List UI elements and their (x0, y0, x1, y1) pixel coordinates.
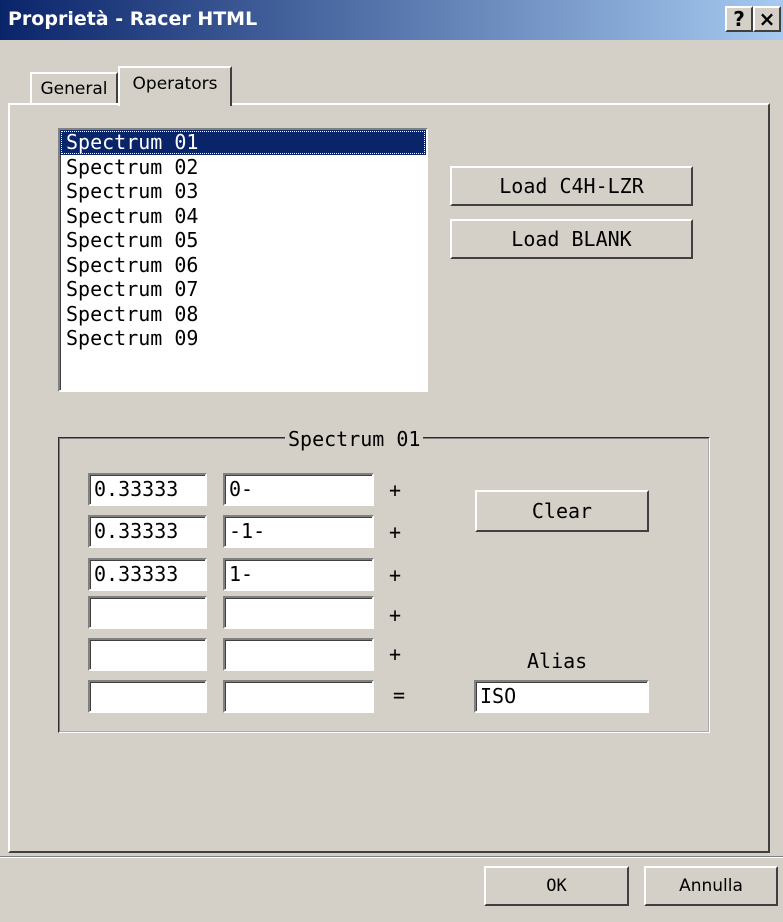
list-item[interactable]: Spectrum 04 (60, 204, 426, 229)
operator-field[interactable] (223, 680, 374, 713)
group-title: Spectrum 01 (285, 427, 424, 451)
coefficient-field[interactable] (88, 680, 207, 713)
coefficient-field[interactable] (88, 596, 207, 629)
row-operator-sign: + (389, 563, 402, 587)
close-icon[interactable]: × (753, 6, 781, 32)
ok-button[interactable]: OK (484, 866, 629, 906)
row-operator-sign: + (389, 478, 402, 502)
row-operator-sign: + (389, 642, 402, 666)
load-c4h-lzr-button[interactable]: Load C4H-LZR (450, 166, 693, 206)
tab-general[interactable]: General (30, 72, 118, 104)
spectrum-listbox[interactable]: Spectrum 01 Spectrum 02 Spectrum 03 Spec… (58, 128, 428, 392)
operator-field[interactable] (223, 638, 374, 671)
title-bar[interactable]: Proprietà - Racer HTML ? × (0, 0, 783, 40)
list-item[interactable]: Spectrum 05 (60, 228, 426, 253)
window-title: Proprietà - Racer HTML (8, 8, 258, 30)
row-operator-sign: + (389, 520, 402, 544)
coefficient-field[interactable] (88, 638, 207, 671)
operator-field[interactable]: 0- (223, 473, 374, 506)
load-blank-button[interactable]: Load BLANK (450, 219, 693, 259)
clear-button[interactable]: Clear (475, 490, 649, 532)
coefficient-field[interactable]: 0.33333 (88, 515, 207, 548)
coefficient-field[interactable]: 0.33333 (88, 473, 207, 506)
operator-field[interactable]: -1- (223, 515, 374, 548)
coefficient-field[interactable]: 0.33333 (88, 558, 207, 591)
list-item[interactable]: Spectrum 01 (60, 130, 426, 155)
list-item[interactable]: Spectrum 09 (60, 326, 426, 351)
list-item[interactable]: Spectrum 02 (60, 155, 426, 180)
alias-label: Alias (527, 649, 588, 673)
tab-general-label: General (40, 79, 108, 99)
help-button[interactable]: ? (725, 6, 753, 32)
alias-input[interactable]: ISO (474, 680, 649, 713)
tab-operators[interactable]: Operators (118, 66, 232, 106)
list-item[interactable]: Spectrum 06 (60, 253, 426, 278)
list-item[interactable]: Spectrum 08 (60, 302, 426, 327)
operator-field[interactable] (223, 596, 374, 629)
list-item[interactable]: Spectrum 07 (60, 277, 426, 302)
row-equals-sign: = (393, 683, 406, 707)
tab-operators-label: Operators (132, 74, 218, 94)
operator-field[interactable]: 1- (223, 558, 374, 591)
row-operator-sign: + (389, 603, 402, 627)
list-item[interactable]: Spectrum 03 (60, 179, 426, 204)
footer-separator (0, 856, 783, 858)
cancel-button[interactable]: Annulla (644, 866, 778, 906)
